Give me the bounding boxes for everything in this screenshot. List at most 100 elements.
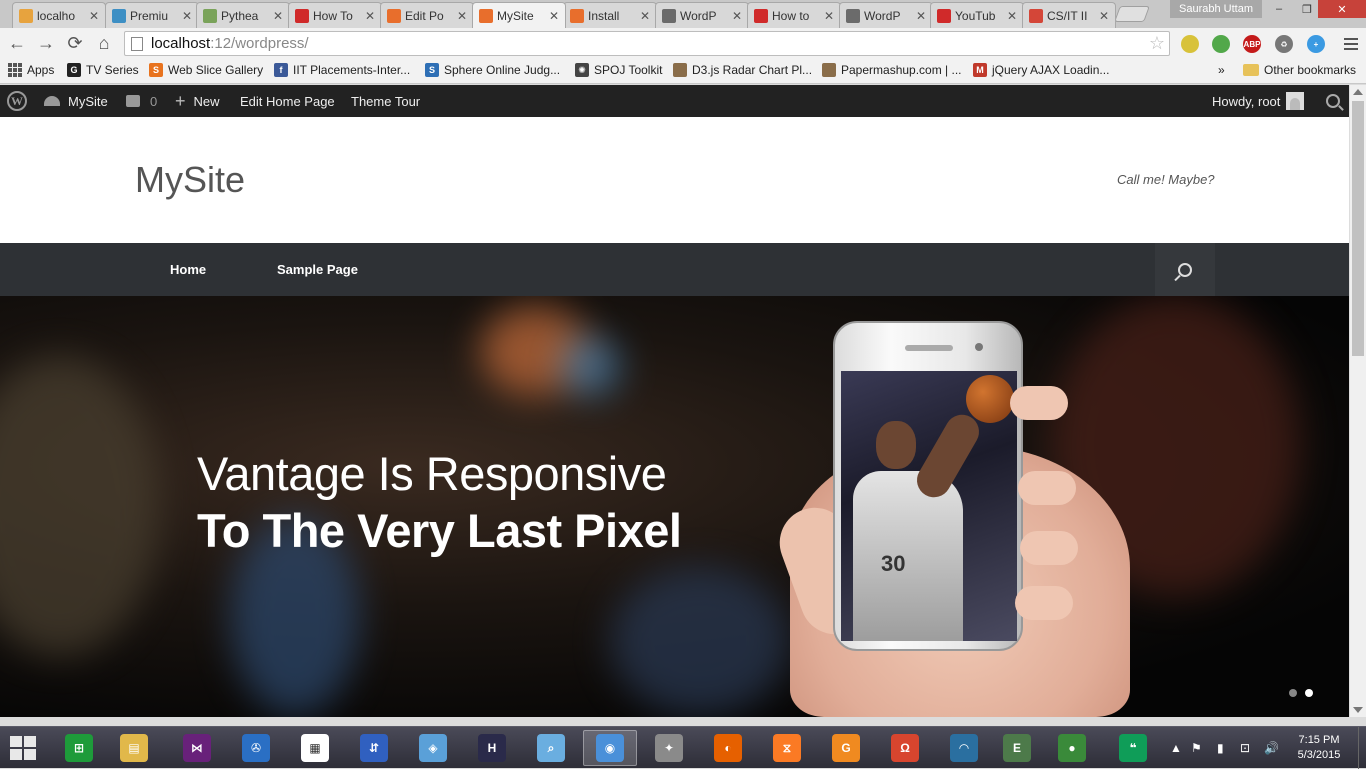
nav-home[interactable]: Home: [170, 243, 206, 296]
show-desktop-button[interactable]: [1358, 727, 1366, 769]
adblock-plus-icon[interactable]: ABP: [1243, 35, 1261, 53]
bookmark-web-slice[interactable]: S Web Slice Gallery: [149, 63, 263, 77]
tab-close-icon[interactable]: ✕: [732, 9, 742, 23]
tab-close-icon[interactable]: ✕: [640, 9, 650, 23]
start-button[interactable]: [10, 736, 38, 760]
tab-close-icon[interactable]: ✕: [182, 9, 192, 23]
wp-logo-button[interactable]: W: [7, 85, 27, 117]
taskbar-hangouts[interactable]: ❝: [1106, 730, 1160, 766]
bookmarks-overflow-button[interactable]: »: [1218, 63, 1225, 77]
other-bookmarks[interactable]: Other bookmarks: [1243, 63, 1356, 77]
site-title[interactable]: MySite: [135, 159, 245, 201]
reload-button[interactable]: ⟳: [64, 32, 86, 54]
tab-pythea[interactable]: Pythea ✕: [196, 2, 290, 28]
taskbar-wifi-app[interactable]: ◠: [937, 730, 991, 766]
taskbar-network-app[interactable]: ⇵: [347, 730, 401, 766]
bookmark-spoj-toolkit[interactable]: ✺ SPOJ Toolkit: [575, 63, 662, 77]
recycle-icon[interactable]: ♻: [1275, 35, 1293, 53]
tab-close-icon[interactable]: ✕: [1099, 9, 1109, 23]
bookmark-star-icon[interactable]: ☆: [1149, 33, 1165, 54]
power-icon[interactable]: ▮: [1217, 735, 1224, 761]
my-account-menu[interactable]: Howdy, root: [1212, 85, 1305, 117]
tab-install[interactable]: Install ✕: [563, 2, 657, 28]
nav-sample-page[interactable]: Sample Page: [277, 243, 358, 296]
comments-link[interactable]: 0: [126, 85, 157, 117]
tray-expand-icon[interactable]: ▲: [1170, 735, 1182, 761]
network-icon[interactable]: ⊡: [1240, 735, 1250, 761]
taskbar-chrome[interactable]: ◉: [583, 730, 637, 766]
admin-site-link[interactable]: MySite: [44, 85, 108, 117]
theme-tour-link[interactable]: Theme Tour: [351, 85, 420, 117]
new-tab-button[interactable]: [1114, 6, 1150, 22]
window-close-button[interactable]: ✕: [1318, 0, 1366, 18]
admin-search-button[interactable]: [1326, 85, 1340, 117]
tab-edit-po[interactable]: Edit Po ✕: [380, 2, 474, 28]
tab-how-to[interactable]: How to ✕: [747, 2, 841, 28]
tab-cs-it-ii[interactable]: CS/IT II ✕: [1022, 2, 1116, 28]
taskbar-globe[interactable]: ●: [1045, 730, 1099, 766]
bookmark-spoj[interactable]: S Sphere Online Judg...: [425, 63, 560, 77]
taskbar-h-app[interactable]: H: [465, 730, 519, 766]
tab-youtub[interactable]: YouTub ✕: [930, 2, 1024, 28]
basketball-icon: [966, 375, 1014, 423]
tab-close-icon[interactable]: ✕: [916, 9, 926, 23]
page-scrollbar[interactable]: [1349, 85, 1366, 717]
flag-icon[interactable]: ⚑: [1191, 735, 1202, 761]
tab-wordp[interactable]: WordP ✕: [655, 2, 749, 28]
taskbar-windows-store[interactable]: ⊞: [52, 730, 106, 766]
plus-extension-icon[interactable]: +: [1307, 35, 1325, 53]
tab-how-to[interactable]: How To ✕: [288, 2, 382, 28]
taskbar-photo-viewer[interactable]: ◈: [406, 730, 460, 766]
taskbar-visual-studio[interactable]: ⋈: [170, 730, 224, 766]
new-content-menu[interactable]: + New: [175, 85, 220, 117]
bookmark-papermashup[interactable]: Papermashup.com | ...: [822, 63, 962, 77]
taskbar-bird-app[interactable]: ✦: [642, 730, 696, 766]
bookmark-apps-grid[interactable]: Apps: [8, 63, 54, 77]
tab-close-icon[interactable]: ✕: [549, 9, 559, 23]
tab-close-icon[interactable]: ✕: [89, 9, 99, 23]
tab-close-icon[interactable]: ✕: [824, 9, 834, 23]
scroll-down-arrow[interactable]: [1353, 707, 1363, 713]
tab-mysite[interactable]: MySite ✕: [472, 2, 566, 28]
taskbar-xampp[interactable]: ⧖: [760, 730, 814, 766]
slider-dot-1[interactable]: [1289, 689, 1297, 697]
tab-wordp[interactable]: WordP ✕: [839, 2, 933, 28]
restore-button[interactable]: ❐: [1296, 0, 1318, 18]
volume-icon[interactable]: 🔊: [1264, 735, 1279, 761]
tab-label: How To: [313, 8, 353, 23]
address-bar[interactable]: localhost:12/wordpress/ ☆: [124, 31, 1170, 56]
home-button[interactable]: ⌂: [93, 32, 115, 54]
tab-localho[interactable]: localho ✕: [12, 2, 106, 28]
bookmark-tv-series[interactable]: G TV Series: [67, 63, 139, 77]
taskbar-evernote[interactable]: E: [990, 730, 1044, 766]
taskbar-firefox[interactable]: ◐: [701, 730, 755, 766]
nav-search-button[interactable]: [1155, 243, 1215, 296]
scroll-thumb[interactable]: [1352, 101, 1364, 356]
tab-close-icon[interactable]: ✕: [1007, 9, 1017, 23]
chrome-menu-icon[interactable]: [1344, 35, 1358, 53]
tab-close-icon[interactable]: ✕: [457, 9, 467, 23]
taskbar-headphones[interactable]: Ω: [878, 730, 932, 766]
slider-dot-2[interactable]: [1305, 689, 1313, 697]
taskbar-remote-app[interactable]: ✇: [229, 730, 283, 766]
tab-close-icon[interactable]: ✕: [273, 9, 283, 23]
taskbar-pdf-app[interactable]: G: [819, 730, 873, 766]
taskbar-magnifier-app[interactable]: ⌕: [524, 730, 578, 766]
tab-premiu[interactable]: Premiu ✕: [105, 2, 199, 28]
globe-icon: ●: [1058, 734, 1086, 762]
taskbar-file-explorer[interactable]: ▤: [107, 730, 161, 766]
back-button[interactable]: ←: [6, 32, 28, 54]
forward-button[interactable]: →: [35, 32, 57, 54]
clock[interactable]: 7:15 PM 5/3/2015: [1295, 733, 1343, 763]
extension-yellow-icon[interactable]: [1181, 35, 1199, 53]
taskbar-apps-tile[interactable]: ▦: [288, 730, 342, 766]
profile-button[interactable]: Saurabh Uttam: [1170, 0, 1262, 18]
tab-close-icon[interactable]: ✕: [365, 9, 375, 23]
scroll-up-arrow[interactable]: [1353, 89, 1363, 95]
evernote-web-icon[interactable]: [1212, 35, 1230, 53]
edit-home-page-link[interactable]: Edit Home Page: [240, 85, 335, 117]
bookmark-jquery[interactable]: MjQuery AJAX Loadin...: [973, 63, 1109, 77]
bookmark-d3[interactable]: D3.js Radar Chart Pl...: [673, 63, 812, 77]
bookmark-facebook[interactable]: f IIT Placements-Inter...: [274, 63, 410, 77]
minimize-button[interactable]: ‒: [1262, 0, 1296, 18]
